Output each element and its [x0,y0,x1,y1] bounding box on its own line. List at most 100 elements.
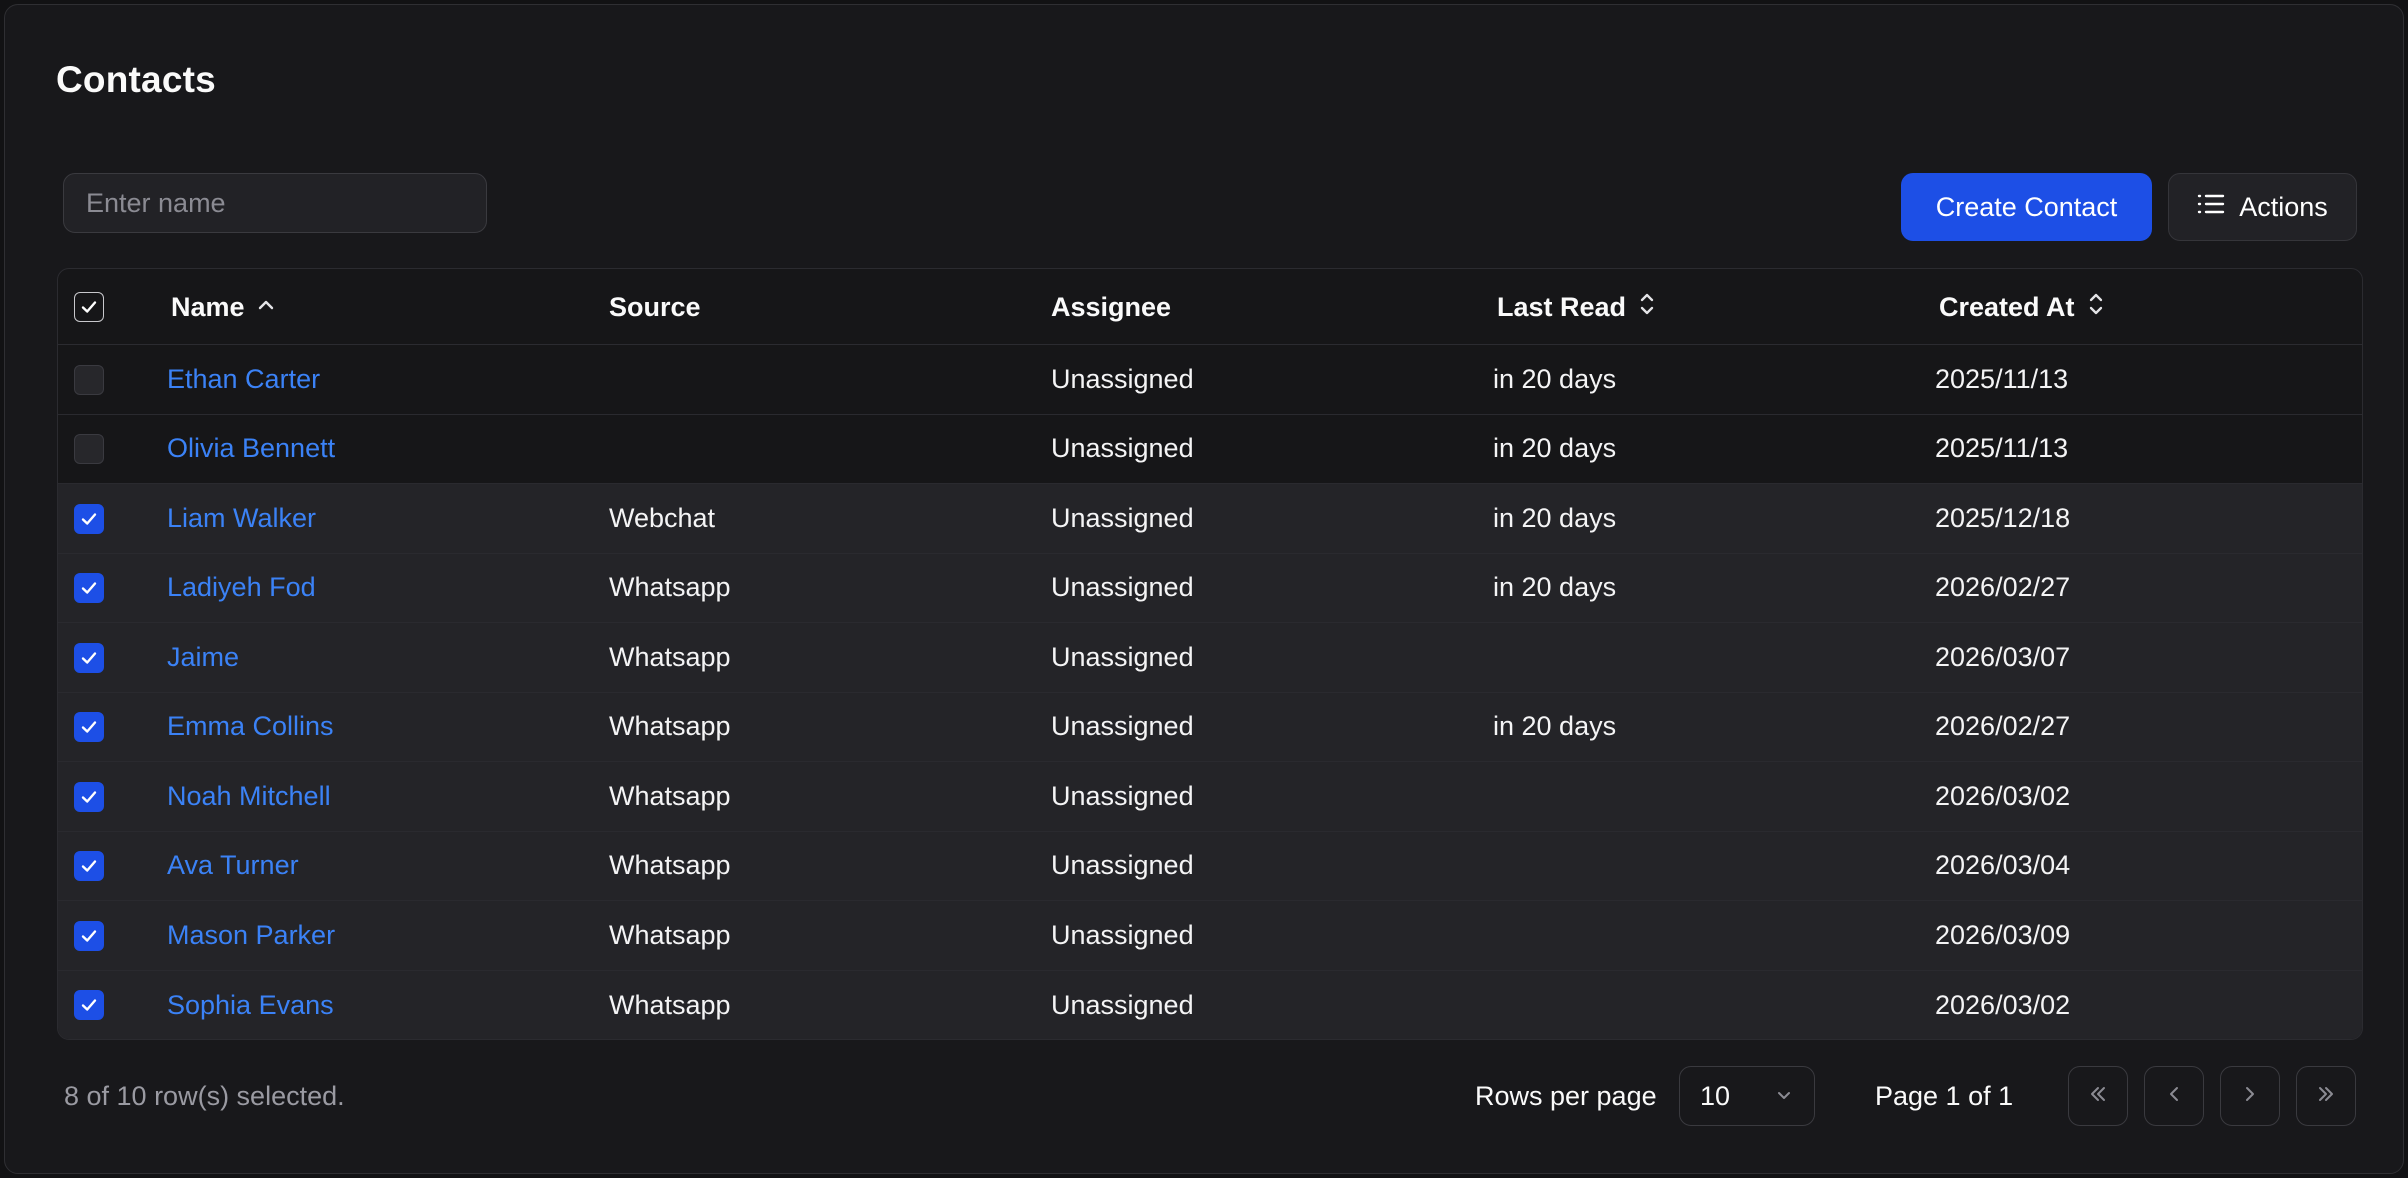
table-cell-created-at: 2026/03/02 [1935,780,2071,811]
table-cell-created-at: 2025/11/13 [1935,433,2069,464]
row-checkbox[interactable] [74,920,104,951]
table-cell-created-at: 2025/12/18 [1935,502,2071,533]
table-cell-source: Whatsapp [609,641,731,672]
table-cell-assignee: Unassigned [1051,711,1194,742]
table-cell-assignee: Unassigned [1051,850,1194,881]
row-checkbox[interactable] [74,503,104,534]
page-indicator: Page 1 of 1 [1875,1081,2014,1111]
table-cell-source: Whatsapp [609,989,731,1020]
table-cell-source: Whatsapp [609,780,731,811]
table-cell-last-read: in 20 days [1493,433,1617,464]
rows-per-page-select[interactable]: 10 [1679,1066,1815,1126]
table-cell-created-at: 2026/03/09 [1935,919,2071,950]
table-row[interactable]: Olivia Bennett Unassigned in 20 days 2025/1… [58,415,2362,484]
check-icon [81,582,97,594]
table-row[interactable]: Sophia Evans Whatsapp Unassigned 2026/03/02 [58,970,2362,1040]
chevrons-right-icon [2314,1082,2338,1111]
table-cell-source: Whatsapp [609,711,731,742]
table-cell-last-read: in 20 days [1493,572,1617,603]
table-cell-last-read: in 20 days [1493,363,1617,394]
select-all-checkbox[interactable] [74,292,104,322]
chevron-left-icon [2162,1082,2186,1111]
sort-icon [2085,290,2107,325]
contacts-table: Name Source Assignee Last Read Created A… [57,268,2363,1040]
column-header-last-read[interactable]: Last Read [1497,269,1658,345]
last-page-button[interactable] [2296,1066,2356,1126]
table-cell-assignee: Unassigned [1051,989,1194,1020]
table-row[interactable]: Ethan Carter Unassigned in 20 days 2025/11/… [58,345,2362,415]
rows-per-page-value: 10 [1700,1080,1731,1111]
table-cell-created-at: 2026/03/07 [1935,641,2071,672]
check-icon [81,791,97,803]
check-icon [81,513,97,525]
table-cell-name[interactable]: Emma Collins [167,693,334,762]
table-cell-source: Whatsapp [609,572,731,603]
check-icon [81,652,97,664]
table-row[interactable]: Mason Parker Whatsapp Unassigned 2026/03/09 [58,901,2362,971]
column-header-source: Source [609,291,701,322]
search-input[interactable] [63,173,487,233]
create-contact-button[interactable]: Create Contact [1901,173,2152,241]
table-cell-name[interactable]: Liam Walker [167,484,316,553]
table-cell-name[interactable]: Ethan Carter [167,345,320,414]
table-cell-source: Whatsapp [609,850,731,881]
table-cell-source: Webchat [609,502,716,533]
row-checkbox[interactable] [74,573,104,604]
table-cell-created-at: 2026/02/27 [1935,711,2071,742]
table-row[interactable]: Noah Mitchell Whatsapp Unassigned 2026/03/0… [58,762,2362,832]
list-icon [2197,192,2225,223]
page-title: Contacts [56,59,216,100]
table-cell-assignee: Unassigned [1051,572,1194,603]
table-cell-name[interactable]: Noah Mitchell [167,762,331,831]
table-row[interactable]: Ava Turner Whatsapp Unassigned 2026/03/04 [58,831,2362,901]
table-cell-name[interactable]: Ava Turner [167,832,299,901]
actions-label: Actions [2239,191,2328,222]
selection-count: 8 of 10 row(s) selected. [64,1081,345,1111]
table-cell-last-read: in 20 days [1493,502,1617,533]
column-header-name[interactable]: Name [171,269,277,345]
table-cell-assignee: Unassigned [1051,780,1194,811]
row-checkbox[interactable] [74,642,104,673]
row-checkbox[interactable] [74,990,104,1021]
row-checkbox[interactable] [74,434,104,465]
table-row[interactable]: Ladiyeh Fod Whatsapp Unassigned in 20 days 2… [58,553,2362,623]
column-header-created-at[interactable]: Created At [1939,269,2107,345]
table-row[interactable]: Jaime Whatsapp Unassigned 2026/03/07 [58,623,2362,693]
table-cell-source: Whatsapp [609,919,731,950]
row-checkbox[interactable] [74,364,104,395]
table-cell-created-at: 2026/03/04 [1935,850,2071,881]
table-cell-name[interactable]: Ladiyeh Fod [167,554,316,623]
first-page-button[interactable] [2068,1066,2128,1126]
table-cell-assignee: Unassigned [1051,641,1194,672]
row-checkbox[interactable] [74,781,104,812]
table-cell-name[interactable]: Jaime [167,623,239,692]
check-icon [81,860,97,872]
contacts-panel: Contacts Create Contact Actions Name [4,4,2404,1174]
chevrons-left-icon [2086,1082,2110,1111]
check-icon [81,930,97,942]
actions-button[interactable]: Actions [2168,173,2357,241]
table-cell-created-at: 2026/03/02 [1935,989,2071,1020]
table-row[interactable]: Liam Walker Webchat Unassigned in 20 days 20… [58,484,2362,554]
table-cell-assignee: Unassigned [1051,919,1194,950]
check-icon [81,999,97,1011]
table-cell-created-at: 2025/11/13 [1935,363,2069,394]
row-checkbox[interactable] [74,851,104,882]
next-page-button[interactable] [2220,1066,2280,1126]
chevron-right-icon [2238,1082,2262,1111]
row-checkbox[interactable] [74,712,104,743]
table-cell-name[interactable]: Olivia Bennett [167,415,335,484]
table-cell-name[interactable]: Sophia Evans [167,971,334,1040]
table-header: Name Source Assignee Last Read Created A… [58,269,2362,345]
table-cell-last-read: in 20 days [1493,711,1617,742]
table-row[interactable]: Emma Collins Whatsapp Unassigned in 20 days… [58,692,2362,762]
table-cell-name[interactable]: Mason Parker [167,901,335,970]
chevron-down-icon [1774,1081,1794,1112]
table-cell-created-at: 2026/02/27 [1935,572,2071,603]
previous-page-button[interactable] [2144,1066,2204,1126]
rows-per-page-label: Rows per page [1475,1081,1657,1111]
table-cell-assignee: Unassigned [1051,502,1194,533]
sort-icon [1636,290,1658,325]
table-cell-assignee: Unassigned [1051,363,1194,394]
column-header-assignee: Assignee [1051,291,1172,322]
